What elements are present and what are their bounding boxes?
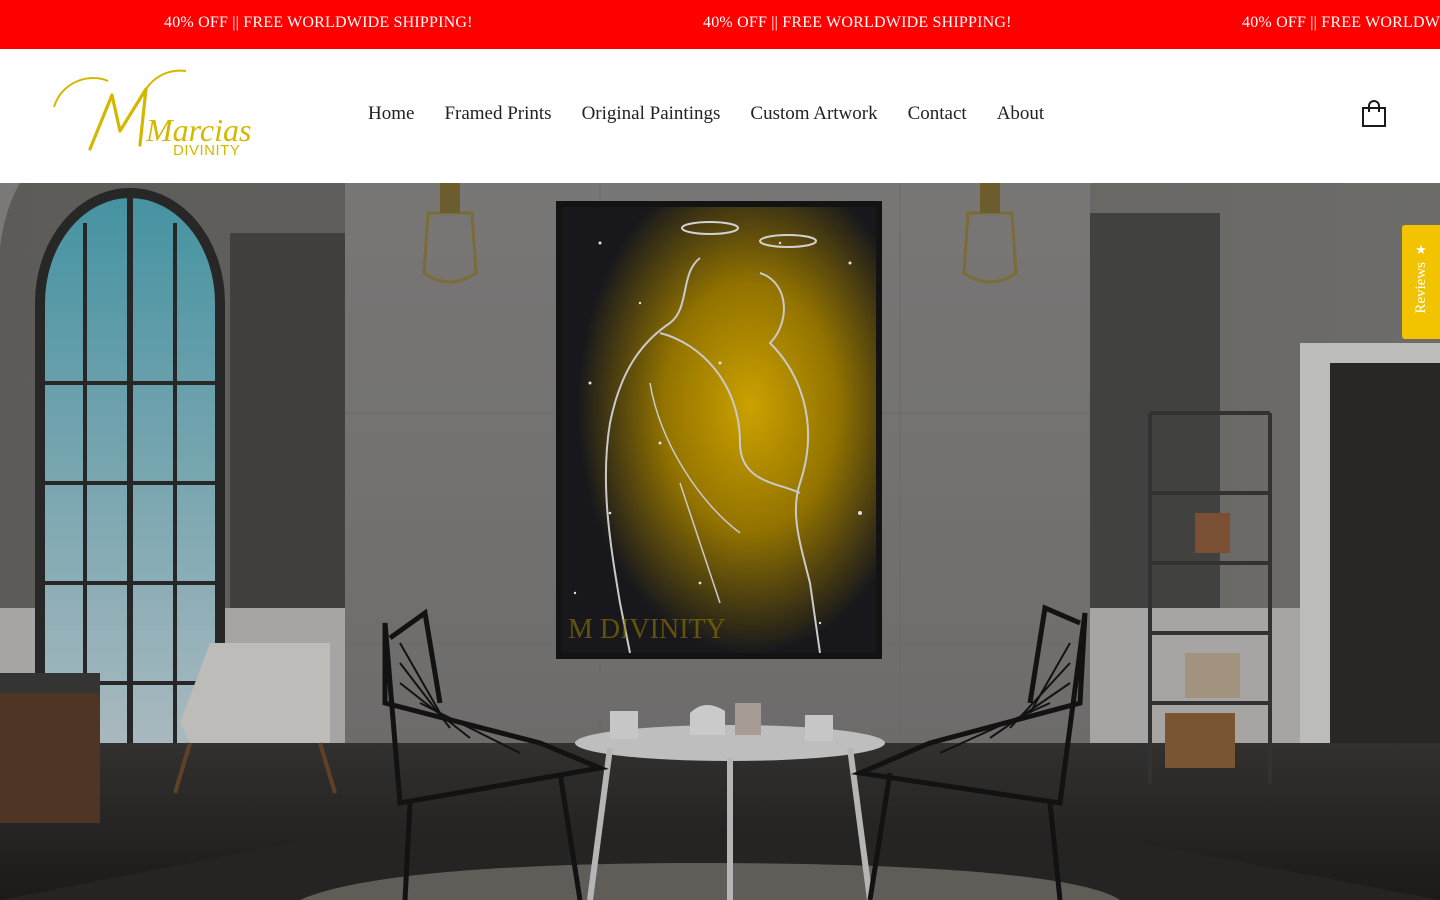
announcement-bar: 40% OFF || FREE WORLDWIDE SHIPPING! 40% … — [0, 0, 1440, 49]
brand-logo[interactable]: Marcias DIVINITY — [50, 69, 260, 161]
announcement-text: 40% OFF || FREE WORLDWIDE SHIPPING! — [1242, 14, 1440, 31]
nav-home[interactable]: Home — [368, 103, 414, 125]
nav-framed-prints[interactable]: Framed Prints — [444, 103, 551, 125]
cart-button[interactable] — [1361, 100, 1387, 128]
star-icon: ★ — [1415, 242, 1427, 257]
nav-original-paintings[interactable]: Original Paintings — [582, 103, 721, 125]
reviews-tab-label: Reviews — [1412, 262, 1429, 314]
hero-banner: M DIVINITY — [0, 183, 1440, 900]
shopping-bag-icon — [1362, 100, 1386, 127]
main-nav: Home Framed Prints Original Paintings Cu… — [368, 103, 1074, 125]
nav-about[interactable]: About — [997, 103, 1045, 125]
logo-image: Marcias DIVINITY — [53, 69, 251, 159]
announcement-text: 40% OFF || FREE WORLDWIDE SHIPPING! — [703, 14, 1012, 31]
announcement-text: 40% OFF || FREE WORLDWIDE SHIPPING! — [164, 14, 473, 31]
hero-room-image: M DIVINITY — [0, 183, 1440, 900]
site-header: Marcias DIVINITY Home Framed Prints Orig… — [0, 49, 1440, 183]
nav-contact[interactable]: Contact — [908, 103, 967, 125]
logo-sub-text: DIVINITY — [173, 142, 240, 159]
reviews-tab[interactable]: ★ Reviews — [1402, 225, 1440, 339]
nav-custom-artwork[interactable]: Custom Artwork — [750, 103, 877, 125]
